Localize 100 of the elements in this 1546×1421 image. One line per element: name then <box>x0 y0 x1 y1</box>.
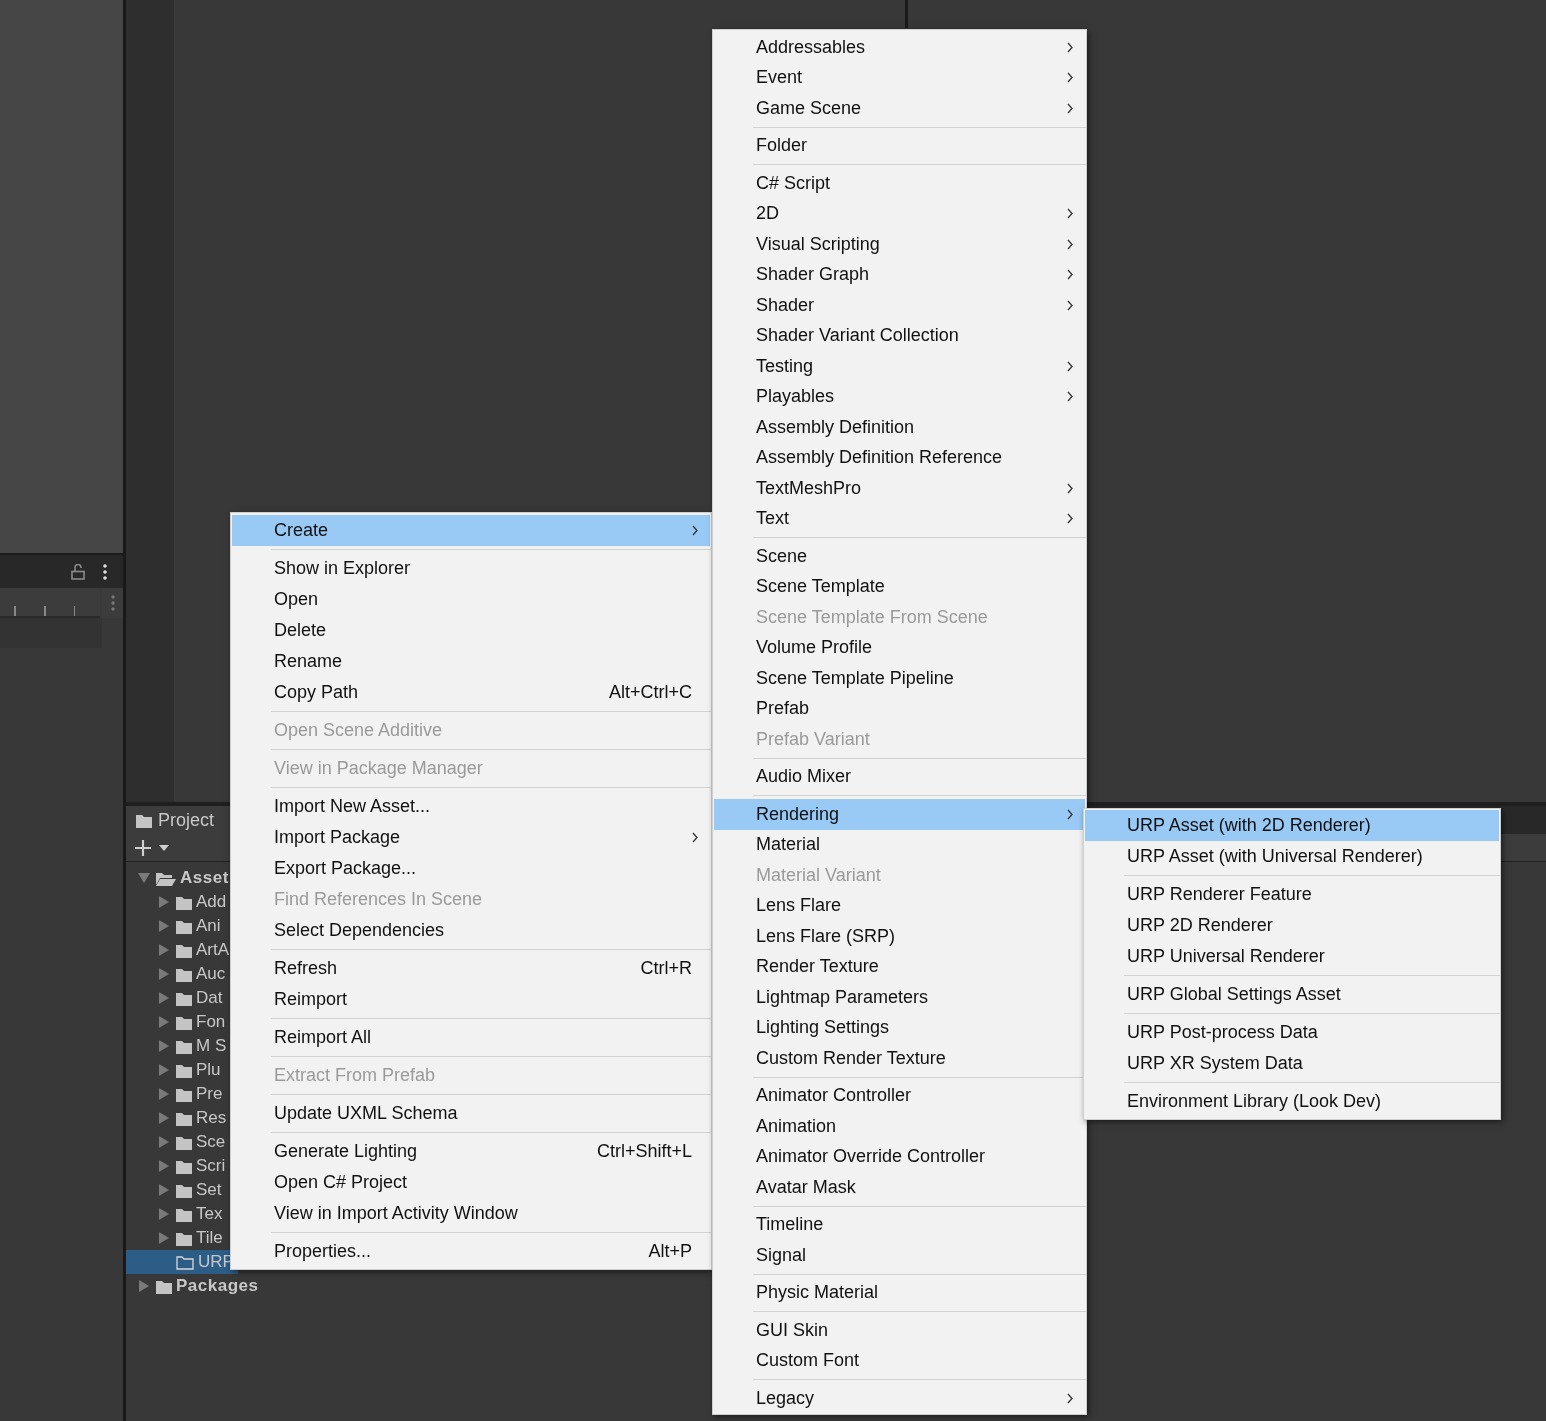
menu-item[interactable]: Avatar Mask <box>714 1172 1085 1203</box>
tree-item[interactable]: Sce <box>126 1130 230 1154</box>
collapse-arrow-icon[interactable] <box>159 896 169 908</box>
collapse-arrow-icon[interactable] <box>159 1088 169 1100</box>
menu-item[interactable]: URP Renderer Feature <box>1085 879 1499 910</box>
menu-item[interactable]: Create <box>232 515 710 546</box>
tree-item[interactable]: Tile <box>126 1226 230 1250</box>
menu-item[interactable]: Lightmap Parameters <box>714 982 1085 1013</box>
tree-item[interactable]: Packages <box>126 1274 263 1298</box>
menu-item[interactable]: Assembly Definition <box>714 412 1085 443</box>
menu-item[interactable]: Render Texture <box>714 951 1085 982</box>
collapse-arrow-icon[interactable] <box>159 920 169 932</box>
collapse-arrow-icon[interactable] <box>139 1280 149 1292</box>
menu-item[interactable]: Import New Asset... <box>232 791 710 822</box>
menu-item[interactable]: URP Asset (with 2D Renderer) <box>1085 810 1499 841</box>
menu-item[interactable]: Update UXML Schema <box>232 1098 710 1129</box>
menu-item[interactable]: Audio Mixer <box>714 761 1085 792</box>
menu-item[interactable]: Assembly Definition Reference <box>714 442 1085 473</box>
menu-item[interactable]: Rendering <box>714 799 1085 830</box>
menu-item[interactable]: Visual Scripting <box>714 229 1085 260</box>
menu-item[interactable]: Prefab <box>714 693 1085 724</box>
expand-arrow-icon[interactable] <box>138 873 150 883</box>
menu-item[interactable]: Custom Font <box>714 1345 1085 1376</box>
menu-item[interactable]: Scene <box>714 541 1085 572</box>
menu-item[interactable]: Legacy <box>714 1383 1085 1414</box>
menu-item[interactable]: Custom Render Texture <box>714 1043 1085 1074</box>
menu-item[interactable]: Select Dependencies <box>232 915 710 946</box>
menu-item[interactable]: Lens Flare <box>714 890 1085 921</box>
kebab-menu-icon[interactable] <box>103 563 107 580</box>
menu-item[interactable]: Export Package... <box>232 853 710 884</box>
tree-item[interactable]: Pre <box>126 1082 230 1106</box>
tree-item[interactable]: Res <box>126 1106 231 1130</box>
tree-item[interactable]: Fon <box>126 1010 230 1034</box>
menu-item[interactable]: Open <box>232 584 710 615</box>
collapse-arrow-icon[interactable] <box>159 1064 169 1076</box>
menu-item[interactable]: Delete <box>232 615 710 646</box>
menu-item[interactable]: URP Global Settings Asset <box>1085 979 1499 1010</box>
menu-item[interactable]: View in Import Activity Window <box>232 1198 710 1229</box>
menu-item[interactable]: Shader <box>714 290 1085 321</box>
menu-item[interactable]: URP XR System Data <box>1085 1048 1499 1079</box>
menu-item[interactable]: Testing <box>714 351 1085 382</box>
menu-item[interactable]: Lens Flare (SRP) <box>714 921 1085 952</box>
menu-item[interactable]: Text <box>714 503 1085 534</box>
menu-item[interactable]: Scene Template <box>714 571 1085 602</box>
project-tab[interactable]: Project <box>126 806 230 834</box>
menu-item[interactable]: Physic Material <box>714 1277 1085 1308</box>
menu-item[interactable]: Environment Library (Look Dev) <box>1085 1086 1499 1117</box>
menu-item[interactable]: Game Scene <box>714 93 1085 124</box>
collapse-arrow-icon[interactable] <box>159 1136 169 1148</box>
menu-item[interactable]: Signal <box>714 1240 1085 1271</box>
menu-item[interactable]: Generate Lighting Ctrl+Shift+L <box>232 1136 710 1167</box>
menu-item[interactable]: 2D <box>714 198 1085 229</box>
menu-item[interactable]: Lighting Settings <box>714 1012 1085 1043</box>
collapse-arrow-icon[interactable] <box>159 1208 169 1220</box>
menu-item[interactable]: Addressables <box>714 32 1085 63</box>
collapse-arrow-icon[interactable] <box>159 1232 169 1244</box>
menu-item[interactable]: Shader Variant Collection <box>714 320 1085 351</box>
menu-item[interactable]: Volume Profile <box>714 632 1085 663</box>
tree-item[interactable]: Asset <box>126 866 233 890</box>
tree-item[interactable]: Tex <box>126 1202 230 1226</box>
menu-item[interactable]: Animator Override Controller <box>714 1141 1085 1172</box>
menu-item[interactable]: Timeline <box>714 1209 1085 1240</box>
tree-item[interactable]: Ani <box>126 914 230 938</box>
menu-item[interactable]: Playables <box>714 381 1085 412</box>
collapse-arrow-icon[interactable] <box>159 1040 169 1052</box>
menu-item[interactable]: Reimport All <box>232 1022 710 1053</box>
menu-item[interactable]: TextMeshPro <box>714 473 1085 504</box>
menu-item[interactable]: Open C# Project <box>232 1167 710 1198</box>
collapse-arrow-icon[interactable] <box>159 968 169 980</box>
menu-item[interactable]: URP Universal Renderer <box>1085 941 1499 972</box>
tree-item[interactable]: Auc <box>126 962 230 986</box>
tree-item[interactable]: Set <box>126 1178 230 1202</box>
menu-item[interactable]: Shader Graph <box>714 259 1085 290</box>
menu-item[interactable]: URP Post-process Data <box>1085 1017 1499 1048</box>
menu-item[interactable]: GUI Skin <box>714 1315 1085 1346</box>
menu-item[interactable]: Scene Template Pipeline <box>714 663 1085 694</box>
menu-item[interactable]: Folder <box>714 130 1085 161</box>
menu-item[interactable]: Import Package <box>232 822 710 853</box>
menu-item[interactable]: Rename <box>232 646 710 677</box>
menu-item[interactable]: URP Asset (with Universal Renderer) <box>1085 841 1499 872</box>
menu-item[interactable]: Reimport <box>232 984 710 1015</box>
menu-item[interactable]: Event <box>714 62 1085 93</box>
tree-item[interactable]: Add <box>126 890 231 914</box>
collapse-arrow-icon[interactable] <box>159 1016 169 1028</box>
tree-item[interactable]: ArtA <box>126 938 234 962</box>
menu-item[interactable]: Copy Path Alt+Ctrl+C <box>232 677 710 708</box>
lock-icon[interactable] <box>71 563 85 580</box>
menu-item[interactable]: Refresh Ctrl+R <box>232 953 710 984</box>
menu-item[interactable]: Animation <box>714 1111 1085 1142</box>
menu-item[interactable]: C# Script <box>714 168 1085 199</box>
tree-item[interactable]: Scri <box>126 1154 230 1178</box>
collapse-arrow-icon[interactable] <box>159 1112 169 1124</box>
menu-item[interactable]: Animator Controller <box>714 1080 1085 1111</box>
collapse-arrow-icon[interactable] <box>159 944 169 956</box>
tree-item[interactable]: M S <box>126 1034 231 1058</box>
menu-item[interactable]: URP 2D Renderer <box>1085 910 1499 941</box>
add-dropdown-icon[interactable] <box>134 838 172 857</box>
collapse-arrow-icon[interactable] <box>159 992 169 1004</box>
collapse-arrow-icon[interactable] <box>159 1160 169 1172</box>
menu-item[interactable]: Show in Explorer <box>232 553 710 584</box>
